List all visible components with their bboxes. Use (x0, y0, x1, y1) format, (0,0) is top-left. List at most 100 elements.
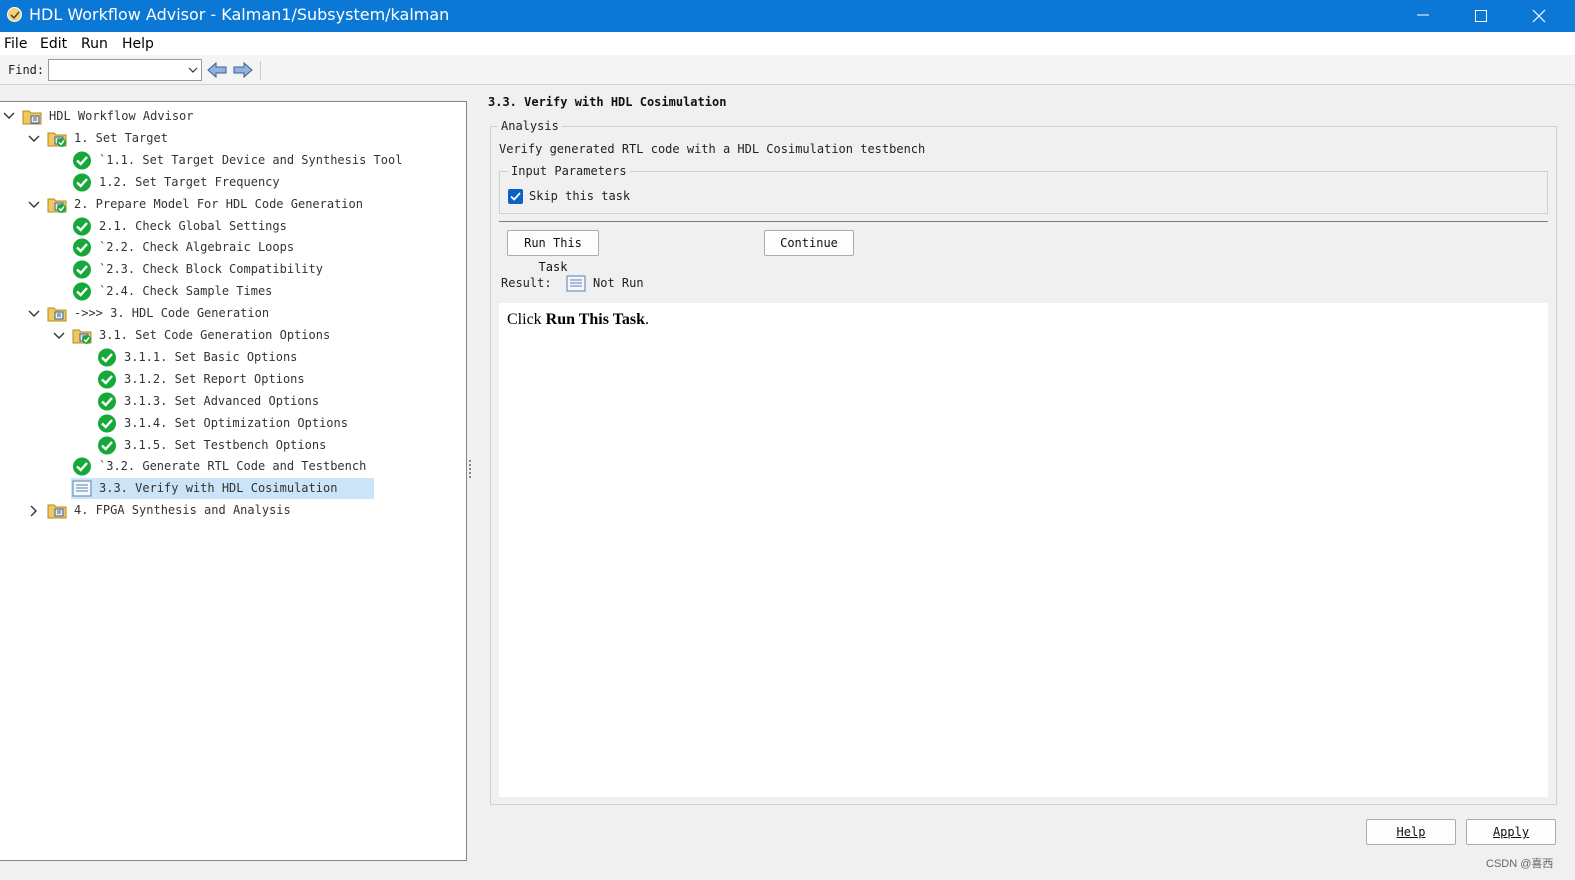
tree-item[interactable]: ->>> 3. HDL Code Generation (0, 303, 440, 323)
report-text: Click Run This Task. (507, 311, 649, 329)
tree-item[interactable]: 3.3. Verify with HDL Cosimulation (0, 478, 440, 500)
tree-item-label: 3.3. Verify with HDL Cosimulation (99, 481, 338, 496)
tree-item[interactable]: 3.1.1. Set Basic Options (0, 347, 440, 367)
tree-item[interactable]: `1.1. Set Target Device and Synthesis To… (0, 150, 440, 170)
minimize-button[interactable] (1394, 0, 1452, 32)
folder-icon (47, 501, 67, 520)
report-prefix: Click (507, 311, 546, 328)
report-suffix: . (645, 311, 650, 328)
find-input[interactable] (48, 59, 202, 81)
input-parameters-group (499, 171, 1548, 214)
tree-item[interactable]: 2.1. Check Global Settings (0, 216, 440, 236)
analysis-legend: Analysis (498, 119, 562, 133)
tree-item-label: `2.3. Check Block Compatibility (99, 262, 323, 277)
result-label: Result: (501, 276, 552, 290)
tree-item[interactable]: `2.4. Check Sample Times (0, 281, 440, 301)
tree-item[interactable]: `3.2. Generate RTL Code and Testbench (0, 456, 440, 476)
tree-item-label: `2.2. Check Algebraic Loops (99, 240, 295, 255)
not-run-icon (72, 479, 92, 498)
separator-line (499, 221, 1548, 222)
tree-item-label: 3.1.3. Set Advanced Options (124, 393, 320, 408)
window-title: HDL Workflow Advisor - Kalman1/Subsystem… (29, 5, 450, 24)
watermark: CSDN @喜西 (1486, 858, 1554, 870)
tree-item-label: 3.1.4. Set Optimization Options (124, 415, 348, 430)
tree-item-label: 1.2. Set Target Frequency (99, 174, 280, 189)
tree-item-label: 3.1.1. Set Basic Options (124, 349, 298, 364)
folder-passed-icon (47, 129, 67, 148)
passed-check-icon (97, 348, 117, 367)
tree-item[interactable]: 3.1.5. Set Testbench Options (0, 435, 440, 455)
menu-run[interactable]: Run (81, 36, 108, 52)
report-area: Click Run This Task. (499, 303, 1548, 797)
skip-task-checkbox[interactable] (508, 189, 523, 204)
apply-button[interactable]: Apply (1466, 819, 1556, 845)
tree-item-label: 2.1. Check Global Settings (99, 218, 287, 233)
tree-item-label: `2.4. Check Sample Times (99, 284, 273, 299)
folder-passed-icon (47, 195, 67, 214)
task-tree: HDL Workflow Advisor 1. Set Target `1.1. … (0, 101, 467, 861)
folder-icon (22, 110, 42, 125)
tree-item[interactable]: 3.1.4. Set Optimization Options (0, 413, 440, 433)
passed-check-icon (72, 457, 92, 476)
menu-bar: File Edit Run Help (0, 32, 1575, 55)
tree-item-label: `3.2. Generate RTL Code and Testbench (99, 459, 367, 474)
splitter-grip[interactable] (469, 460, 472, 486)
chevron-down-icon[interactable] (27, 306, 41, 320)
tree-item[interactable]: 2. Prepare Model For HDL Code Generation (0, 194, 440, 214)
tree-item-label: 4. FPGA Synthesis and Analysis (74, 503, 291, 518)
chevron-down-icon[interactable] (27, 131, 41, 145)
chevron-down-icon[interactable] (2, 109, 16, 123)
passed-check-icon (97, 414, 117, 433)
matlab-app-icon (7, 7, 22, 22)
tree-item-label: ->>> 3. HDL Code Generation (74, 306, 270, 321)
toolbar-separator (260, 61, 261, 80)
chevron-down-icon (188, 67, 198, 73)
tree-item-label: 1. Set Target (74, 130, 168, 145)
tree-item-label: 2. Prepare Model For HDL Code Generation (74, 196, 363, 211)
passed-check-icon (72, 282, 92, 301)
passed-check-icon (72, 151, 92, 170)
not-run-icon (566, 275, 586, 292)
title-bar: HDL Workflow Advisor - Kalman1/Subsystem… (0, 0, 1575, 32)
tree-item[interactable]: 3.1. Set Code Generation Options (0, 325, 440, 345)
help-button[interactable]: Help (1366, 819, 1456, 845)
maximize-button[interactable] (1452, 0, 1510, 32)
back-arrow-icon[interactable] (206, 60, 228, 80)
chevron-down-icon[interactable] (52, 328, 66, 342)
close-button[interactable] (1510, 0, 1568, 32)
find-label: Find: (8, 63, 45, 77)
menu-file[interactable]: File (4, 36, 27, 52)
tree-item[interactable]: 3.1.3. Set Advanced Options (0, 391, 440, 411)
tree-item-label: 3.1.5. Set Testbench Options (124, 437, 327, 452)
toolbar: Find: (0, 55, 1575, 85)
passed-check-icon (97, 436, 117, 455)
tree-item-label: `1.1. Set Target Device and Synthesis To… (99, 152, 403, 167)
tree-item[interactable]: 1. Set Target (0, 128, 440, 148)
analysis-description: Verify generated RTL code with a HDL Cos… (499, 142, 926, 156)
tree-item[interactable]: `2.3. Check Block Compatibility (0, 259, 440, 279)
tree-item-label: 3.1. Set Code Generation Options (99, 328, 331, 342)
tree-item[interactable]: 3.1.2. Set Report Options (0, 369, 440, 389)
tree-item[interactable]: 1.2. Set Target Frequency (0, 172, 440, 192)
continue-button[interactable]: Continue (764, 230, 854, 256)
forward-arrow-icon[interactable] (232, 60, 254, 80)
passed-check-icon (97, 370, 117, 389)
tree-item-label: 3.1.2. Set Report Options (124, 371, 305, 386)
result-value: Not Run (593, 276, 644, 290)
folder-icon (47, 304, 67, 323)
menu-help[interactable]: Help (122, 36, 154, 52)
chevron-down-icon[interactable] (27, 197, 41, 211)
tree-item[interactable]: `2.2. Check Algebraic Loops (0, 237, 440, 257)
passed-check-icon (72, 260, 92, 279)
chevron-right-icon[interactable] (27, 503, 41, 517)
task-title: 3.3. Verify with HDL Cosimulation (488, 95, 727, 109)
passed-check-icon (72, 173, 92, 192)
tree-root-label: HDL Workflow Advisor (49, 109, 194, 123)
menu-edit[interactable]: Edit (40, 36, 67, 52)
run-this-task-button[interactable]: Run This Task (507, 230, 599, 274)
tree-root[interactable]: HDL Workflow Advisor (0, 106, 440, 126)
folder-passed-icon (72, 326, 92, 345)
tree-item[interactable]: 4. FPGA Synthesis and Analysis (0, 500, 440, 520)
passed-check-icon (72, 238, 92, 257)
skip-task-label[interactable]: Skip this task (529, 189, 630, 203)
